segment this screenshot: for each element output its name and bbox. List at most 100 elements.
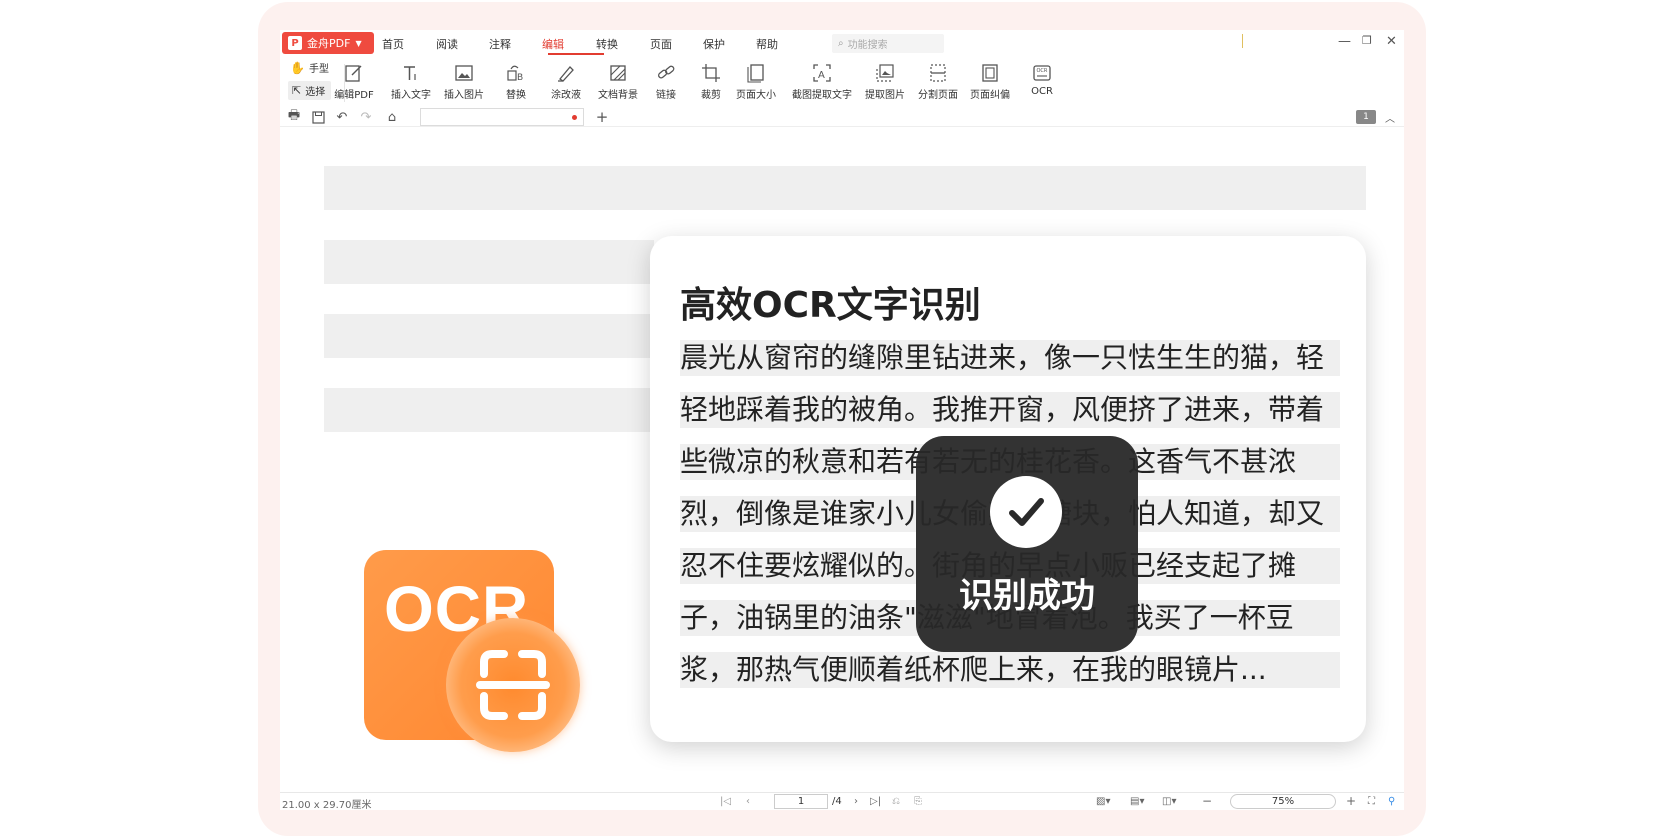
- menu-bar: P 金舟PDF ▼ 首页 阅读 注释 编辑 转换 页面 保护 帮助 ⌕ 功能搜索…: [280, 30, 1404, 56]
- menu-item-convert[interactable]: 转换: [596, 36, 618, 52]
- doc-background-icon: [607, 62, 629, 84]
- ocr-tool-label: OCR: [1031, 86, 1053, 97]
- edit-pdf-label: 编辑PDF: [334, 90, 374, 101]
- split-page-button[interactable]: 分割页面: [908, 62, 968, 101]
- doc-background-label: 文档背景: [598, 90, 638, 101]
- zoom-in-icon[interactable]: +: [1346, 794, 1356, 808]
- app-logo-icon: P: [288, 36, 302, 50]
- first-page-icon[interactable]: |◁: [720, 796, 731, 807]
- collapse-ribbon-icon[interactable]: ︿: [1382, 109, 1398, 125]
- checkmark-icon: [990, 476, 1062, 548]
- chevron-down-icon: ▼: [355, 38, 362, 48]
- search-icon: ⌕: [838, 38, 844, 49]
- deskew-icon: [979, 62, 1001, 84]
- zoom-select[interactable]: 75%: [1230, 794, 1336, 809]
- link-label: 链接: [656, 90, 676, 101]
- extract-image-button[interactable]: 提取图片: [855, 62, 915, 101]
- total-pages: /4: [832, 796, 842, 807]
- replace-label: 替换: [506, 90, 526, 101]
- menu-item-edit[interactable]: 编辑: [542, 36, 564, 52]
- extract-image-label: 提取图片: [865, 90, 905, 101]
- forward-view-icon[interactable]: ⎘: [914, 796, 922, 807]
- text-line: 浆，那热气便顺着纸杯爬上来，在我的眼镜片...: [680, 652, 1340, 688]
- pin-icon[interactable]: ⚲: [1388, 796, 1395, 807]
- close-icon[interactable]: ✕: [1386, 34, 1397, 49]
- zoom-out-icon[interactable]: −: [1202, 794, 1212, 808]
- insert-image-button[interactable]: 插入图片: [434, 62, 494, 101]
- document-tab[interactable]: [420, 108, 584, 126]
- prev-page-icon[interactable]: ‹: [746, 796, 750, 807]
- back-view-icon[interactable]: ⎌: [892, 796, 900, 807]
- deskew-label: 页面纠偏: [970, 90, 1010, 101]
- minimize-icon[interactable]: —: [1338, 34, 1351, 49]
- insert-text-button[interactable]: 插入文字: [381, 62, 441, 101]
- page-badge: 1: [1356, 110, 1376, 124]
- status-bar: 21.00 x 29.70厘米 |◁ ‹ 1 /4 › ▷| ⎌ ⎘ ▨▾ ▤▾…: [280, 794, 1404, 811]
- replace-icon: B: [505, 62, 527, 84]
- placeholder-line: [324, 314, 654, 358]
- page-size-button[interactable]: 页面大小: [726, 62, 786, 101]
- page-number-input[interactable]: 1: [774, 794, 828, 809]
- unsaved-indicator: [572, 115, 577, 120]
- redo-icon[interactable]: ↷: [358, 109, 374, 125]
- cursor-icon: ⇱: [292, 84, 302, 97]
- last-page-icon[interactable]: ▷|: [870, 796, 881, 807]
- quick-access-bar: 🖶 ↶ ↷ ⌂ + 1 ︿: [280, 106, 1404, 128]
- page-size-text: 21.00 x 29.70厘米: [282, 800, 372, 811]
- correction-fluid-icon: [555, 62, 577, 84]
- fullscreen-icon[interactable]: ⛶: [1368, 796, 1375, 807]
- hand-icon: ✋: [290, 60, 305, 75]
- app-window: P 金舟PDF ▼ 首页 阅读 注释 编辑 转换 页面 保护 帮助 ⌕ 功能搜索…: [280, 30, 1404, 811]
- menu-item-protect[interactable]: 保护: [703, 36, 725, 52]
- add-tab-icon[interactable]: +: [594, 108, 610, 126]
- placeholder-line: [324, 166, 1366, 210]
- success-toast: 识别成功: [916, 436, 1138, 652]
- ocr-tool-icon: OCR: [1031, 62, 1053, 84]
- insert-image-icon: [453, 62, 475, 84]
- correction-fluid-button[interactable]: 涂改液: [536, 62, 596, 101]
- active-tab-indicator: [548, 53, 604, 55]
- correction-fluid-label: 涂改液: [551, 90, 581, 101]
- scan-badge: [446, 618, 580, 752]
- page-layout-icon[interactable]: ▤▾: [1130, 796, 1144, 807]
- deskew-button[interactable]: 页面纠偏: [960, 62, 1020, 101]
- zoom-value: 75%: [1271, 796, 1295, 807]
- restore-icon[interactable]: ❐: [1362, 34, 1372, 47]
- feature-search-input[interactable]: ⌕ 功能搜索: [832, 34, 944, 53]
- menu-item-read[interactable]: 阅读: [436, 36, 458, 52]
- svg-text:A: A: [818, 70, 825, 81]
- ocr-tool-button[interactable]: OCR OCR: [1012, 62, 1072, 97]
- scan-icon: [476, 650, 550, 720]
- fill-mode-icon[interactable]: ▨▾: [1096, 796, 1110, 807]
- split-page-icon: [927, 62, 949, 84]
- undo-icon[interactable]: ↶: [334, 109, 350, 125]
- divider: [280, 126, 1404, 127]
- menu-item-page[interactable]: 页面: [650, 36, 672, 52]
- edit-pdf-icon: [343, 62, 365, 84]
- menu-item-help[interactable]: 帮助: [756, 36, 778, 52]
- screenshot-ocr-label: 截图提取文字: [792, 90, 852, 101]
- link-icon: [655, 62, 677, 84]
- save-icon[interactable]: [310, 109, 326, 125]
- brand-menu-button[interactable]: P 金舟PDF ▼: [282, 32, 374, 54]
- print-icon[interactable]: 🖶: [286, 108, 302, 125]
- toast-message: 识别成功: [959, 576, 1095, 616]
- next-page-icon[interactable]: ›: [854, 796, 858, 807]
- page-view-icon[interactable]: ◫▾: [1162, 796, 1176, 807]
- card-title: 高效OCR文字识别: [680, 285, 981, 326]
- home-icon[interactable]: ⌂: [384, 109, 400, 125]
- select-tool-label: 选择: [305, 87, 326, 98]
- placeholder-line: [324, 240, 654, 284]
- brand-label: 金舟PDF: [307, 37, 351, 50]
- split-page-label: 分割页面: [918, 90, 958, 101]
- menu-item-annotate[interactable]: 注释: [489, 36, 511, 52]
- insert-text-icon: [400, 62, 422, 84]
- svg-text:B: B: [517, 73, 523, 83]
- divider: [280, 792, 1404, 793]
- menu-item-home[interactable]: 首页: [382, 36, 404, 52]
- edit-pdf-button[interactable]: 编辑PDF: [324, 62, 384, 101]
- crop-icon: [700, 62, 722, 84]
- placeholder-line: [324, 388, 654, 432]
- screenshot-ocr-button[interactable]: A 截图提取文字: [789, 62, 855, 101]
- extract-image-icon: [874, 62, 896, 84]
